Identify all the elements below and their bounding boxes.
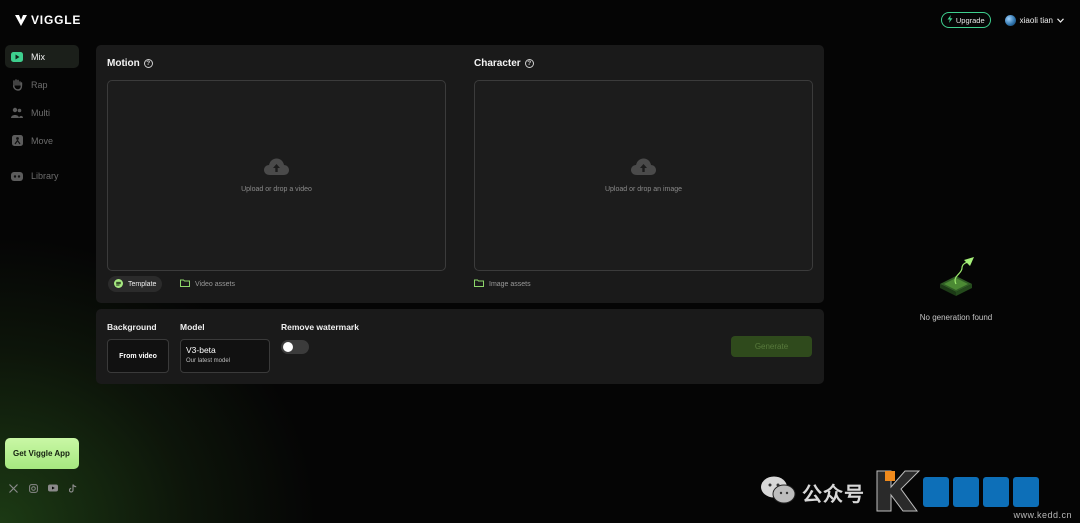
hand-icon — [11, 78, 23, 91]
library-icon — [11, 170, 23, 182]
cloud-upload-icon — [264, 158, 289, 181]
x-icon[interactable] — [8, 483, 18, 493]
empty-illustration-icon — [932, 257, 980, 306]
sidebar-item-mix[interactable]: Mix — [5, 45, 79, 68]
lightning-icon — [947, 15, 953, 25]
motion-title-text: Motion — [107, 58, 140, 69]
instagram-icon[interactable] — [28, 483, 38, 493]
model-select[interactable]: V3-beta Our latest model — [180, 339, 270, 373]
toggle-knob — [283, 342, 293, 352]
background-label: Background — [107, 322, 157, 332]
video-assets-link[interactable]: Video assets — [180, 276, 235, 292]
video-assets-label: Video assets — [195, 280, 235, 288]
sidebar-item-rap[interactable]: Rap — [5, 73, 79, 96]
empty-state: No generation found — [896, 254, 1016, 322]
upgrade-label: Upgrade — [955, 15, 985, 25]
folder-icon — [180, 279, 190, 289]
wechat-icon — [760, 475, 796, 510]
avatar — [1004, 14, 1016, 26]
character-dropzone-text: Upload or drop an image — [604, 186, 683, 193]
folder-icon — [474, 279, 484, 289]
sidebar-item-label: Multi — [31, 107, 51, 118]
image-assets-label: Image assets — [489, 280, 531, 288]
character-title-text: Character — [474, 58, 521, 69]
sidebar-item-label: Mix — [31, 51, 45, 62]
get-app-button[interactable]: Get Viggle App — [5, 438, 79, 469]
viggle-logo-icon — [15, 14, 27, 26]
template-icon — [114, 278, 123, 290]
character-dropzone[interactable]: Upload or drop an image — [474, 80, 813, 271]
cloud-upload-icon — [631, 158, 656, 181]
help-icon[interactable]: ? — [524, 59, 534, 68]
brand-name: VIGGLE — [31, 13, 82, 27]
sidebar-item-move[interactable]: Move — [5, 129, 79, 152]
help-icon[interactable]: ? — [143, 59, 153, 68]
remove-watermark-toggle[interactable] — [281, 340, 309, 354]
person-move-icon — [11, 135, 23, 147]
empty-state-text: No generation found — [919, 313, 993, 322]
user-menu[interactable]: xiaoli tian — [1004, 14, 1064, 26]
sidebar-item-multi[interactable]: Multi — [5, 101, 79, 124]
youtube-icon[interactable] — [48, 483, 58, 493]
user-name: xiaoli tian — [1019, 15, 1053, 25]
users-icon — [11, 107, 23, 119]
sidebar-item-label: Rap — [31, 79, 48, 90]
sidebar-item-label: Move — [31, 135, 54, 146]
watermark-label: Remove watermark — [281, 322, 359, 332]
watermark-overlay: 公众号 www.kedd.cn — [760, 462, 1080, 523]
generate-button[interactable]: Generate — [731, 336, 812, 357]
sidebar: VIGGLE Mix Rap Multi Move Library Get Vi… — [0, 0, 84, 523]
motion-dropzone-text: Upload or drop a video — [241, 186, 312, 193]
sidebar-item-library[interactable]: Library — [5, 164, 79, 187]
motion-dropzone[interactable]: Upload or drop a video — [107, 80, 446, 271]
viggle-logo[interactable]: VIGGLE — [15, 13, 81, 27]
model-subtitle: Our latest model — [186, 358, 231, 364]
watermark-site: www.kedd.cn — [1013, 510, 1072, 520]
play-square-icon — [11, 51, 23, 63]
character-title: Character ? — [474, 58, 534, 69]
background-select[interactable]: From video — [107, 339, 169, 373]
watermark-label: 公众号 — [802, 484, 865, 506]
chevron-down-icon — [1057, 16, 1064, 25]
template-button[interactable]: Template — [108, 276, 163, 292]
motion-title: Motion ? — [107, 58, 153, 69]
upgrade-button[interactable]: Upgrade — [940, 12, 991, 28]
tiktok-icon[interactable] — [68, 483, 78, 493]
social-links — [8, 483, 78, 493]
model-name: V3-beta — [186, 345, 216, 355]
sidebar-item-label: Library — [31, 170, 59, 181]
image-assets-link[interactable]: Image assets — [474, 276, 531, 292]
template-label: Template — [128, 280, 157, 288]
upload-panel: Motion ? Upload or drop a video Template… — [96, 45, 824, 303]
model-label: Model — [180, 322, 205, 332]
options-panel: Background From video Model V3-beta Our … — [96, 309, 824, 384]
header-actions: Upgrade xiaoli tian — [940, 12, 1064, 28]
